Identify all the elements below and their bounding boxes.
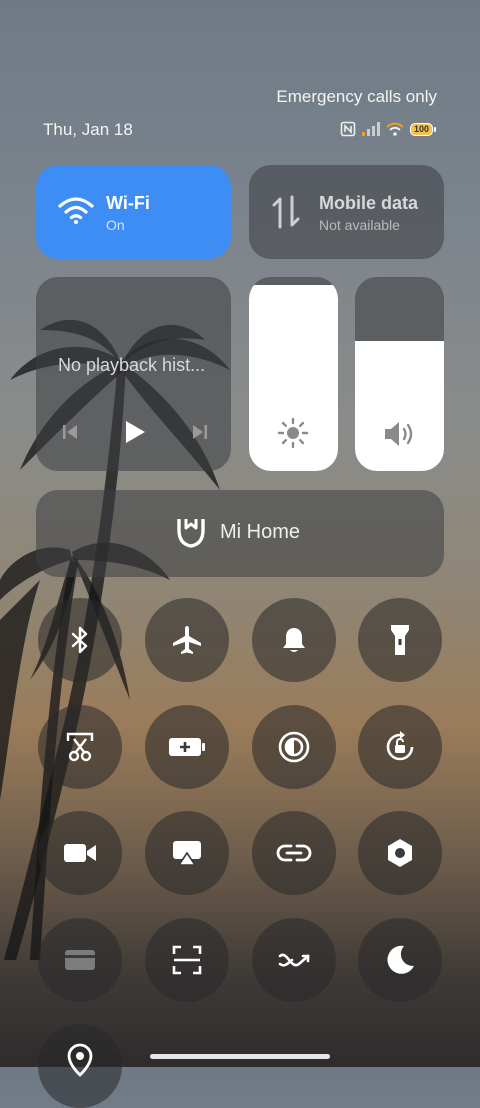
volume-icon (385, 422, 413, 446)
home-indicator[interactable] (150, 1054, 330, 1059)
media-controls (60, 419, 210, 445)
mobile-data-icon (272, 195, 300, 229)
flashlight-icon (391, 625, 409, 655)
wifi-title: Wi-Fi (106, 193, 150, 213)
play-icon[interactable] (123, 419, 147, 445)
battery-saver-toggle[interactable] (145, 705, 229, 789)
dark-mode-toggle[interactable] (252, 705, 336, 789)
wifi-status-icon (386, 122, 404, 136)
video-camera-icon (64, 844, 96, 862)
volume-slider[interactable] (355, 277, 444, 471)
airplane-mode-toggle[interactable] (145, 598, 229, 682)
mi-home-tile[interactable]: Mi Home (36, 490, 444, 577)
mi-home-icon (177, 519, 205, 548)
sound-toggle[interactable] (252, 598, 336, 682)
wifi-subtitle: On (106, 217, 125, 233)
rotation-lock-toggle[interactable] (358, 705, 442, 789)
media-status-text: No playback hist... (58, 355, 206, 375)
moon-icon (387, 945, 414, 974)
card-toggle[interactable] (38, 918, 122, 1002)
do-not-disturb-toggle[interactable] (358, 918, 442, 1002)
cast-toggle[interactable] (145, 811, 229, 895)
screen-recorder-toggle[interactable] (38, 811, 122, 895)
dark-mode-icon (278, 731, 310, 763)
bell-icon (283, 628, 305, 652)
mobile-data-subtitle: Not available (319, 217, 400, 233)
mobile-data-title: Mobile data (319, 193, 419, 213)
scanner-toggle[interactable] (145, 918, 229, 1002)
date-label: Thu, Jan 18 (43, 120, 133, 139)
settings-toggle[interactable] (358, 811, 442, 895)
status-icons: 100 (340, 121, 436, 137)
settings-hexagon-icon (388, 839, 412, 867)
data-saver-icon (278, 953, 310, 967)
bluetooth-toggle[interactable] (38, 598, 122, 682)
battery-level: 100 (409, 122, 433, 136)
signal-icon (361, 122, 380, 136)
carrier-status-text: Emergency calls only (276, 87, 437, 106)
location-toggle[interactable] (38, 1024, 122, 1108)
flashlight-toggle[interactable] (358, 598, 442, 682)
wifi-icon (58, 197, 94, 224)
location-icon (67, 1043, 93, 1077)
mobile-data-tile[interactable]: Mobile data Not available (249, 165, 444, 259)
rotation-lock-icon (386, 731, 414, 761)
previous-track-icon[interactable] (60, 422, 80, 442)
data-saver-toggle[interactable] (252, 918, 336, 1002)
link-toggle[interactable] (252, 811, 336, 895)
volume-fill (355, 341, 444, 471)
link-icon (276, 844, 312, 862)
bluetooth-icon (71, 626, 88, 654)
brightness-icon (277, 417, 309, 449)
next-track-icon[interactable] (190, 422, 210, 442)
card-icon (65, 950, 95, 970)
wifi-tile[interactable]: Wi-Fi On (36, 165, 231, 259)
battery-icon: 100 (409, 122, 436, 136)
media-player-tile[interactable]: No playback hist... (36, 277, 231, 471)
cast-icon (173, 841, 201, 866)
screenshot-icon (66, 732, 94, 762)
mi-home-label: Mi Home (220, 520, 301, 543)
screenshot-toggle[interactable] (38, 705, 122, 789)
brightness-slider[interactable] (249, 277, 338, 471)
airplane-icon (173, 626, 201, 654)
battery-saver-icon (169, 738, 205, 756)
scanner-icon (172, 945, 202, 975)
nfc-icon (340, 121, 356, 137)
